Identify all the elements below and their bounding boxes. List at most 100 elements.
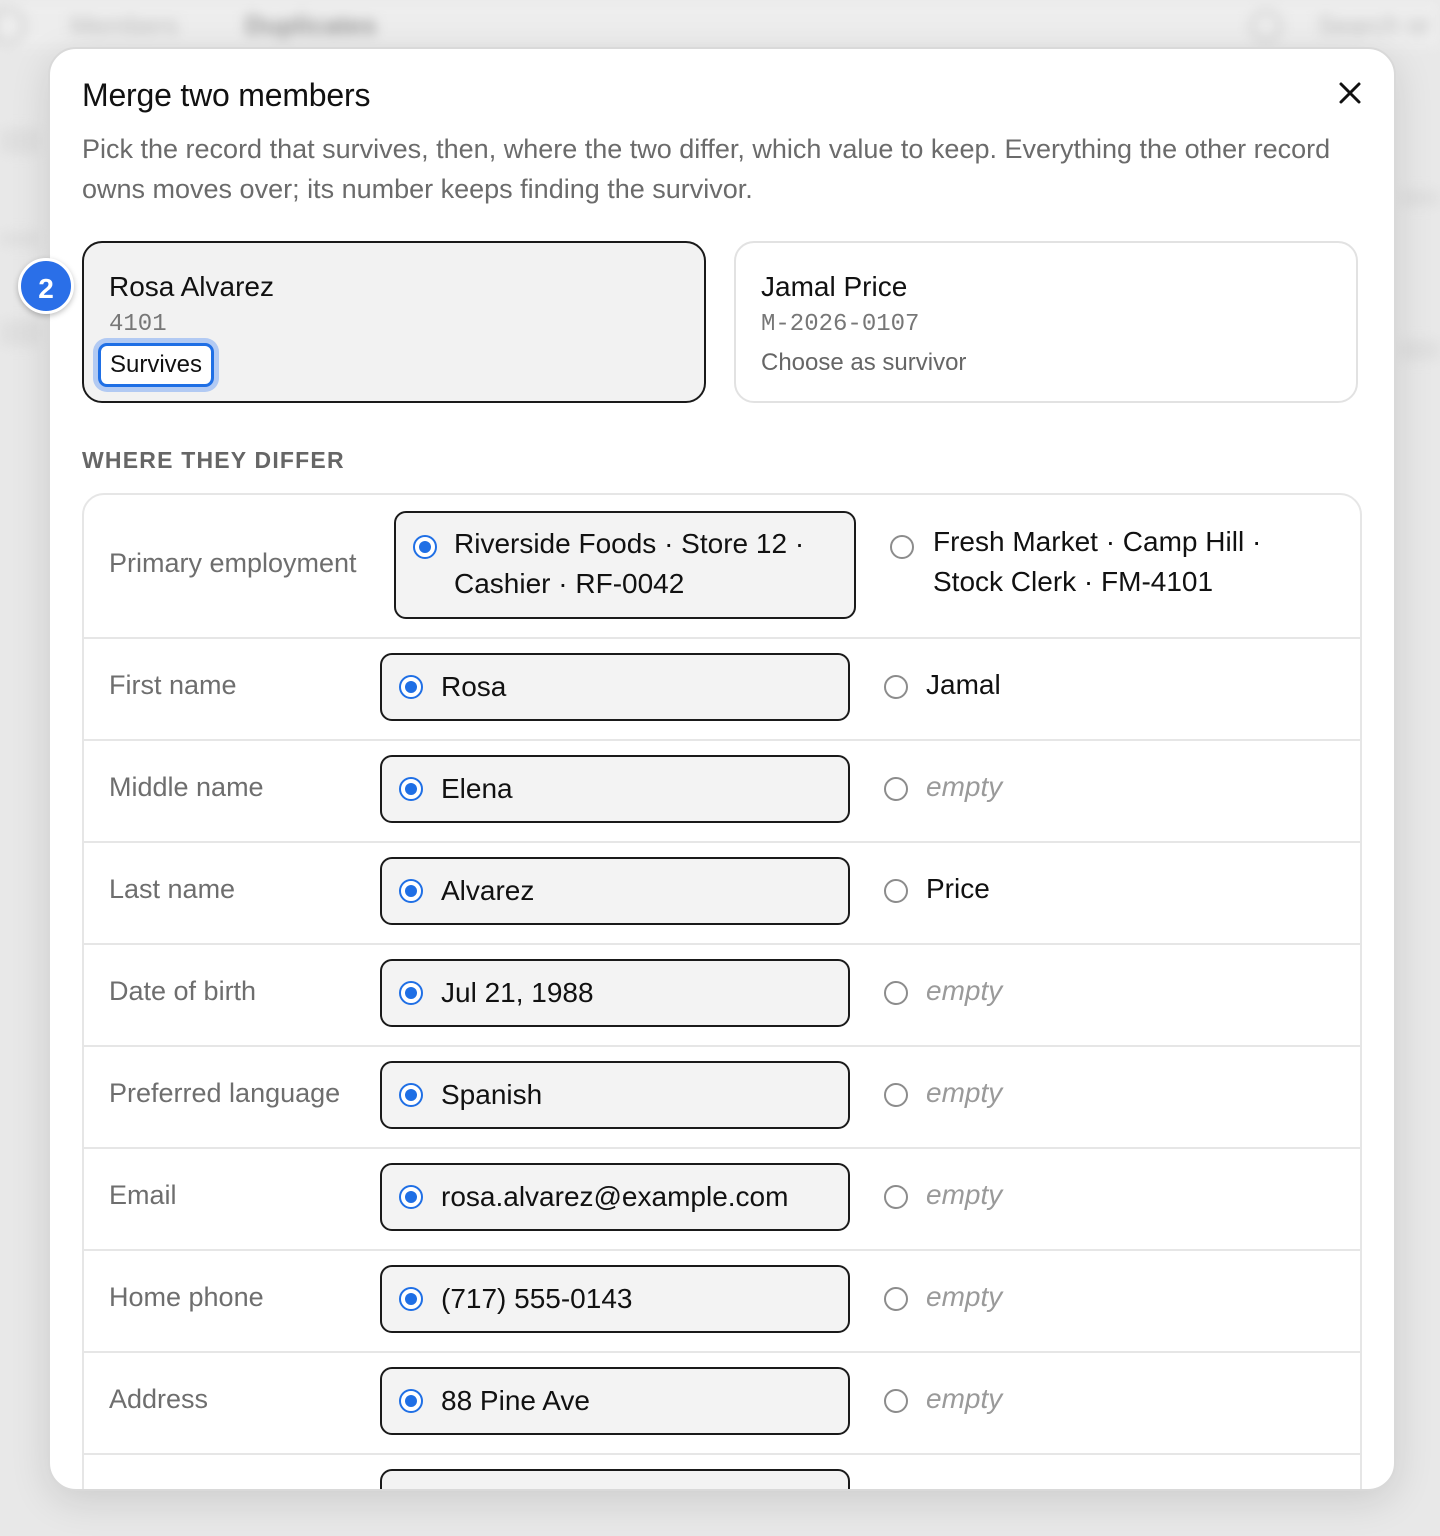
diff-row-partial bbox=[84, 1453, 1360, 1489]
diff-row-email: Email rosa.alvarez@example.com empty bbox=[84, 1147, 1360, 1251]
option-value: Fresh Market · Camp Hill · Stock Clerk ·… bbox=[933, 526, 1262, 597]
diff-row-address: Address 88 Pine Ave empty bbox=[84, 1351, 1360, 1455]
option-value: Rosa bbox=[441, 671, 507, 702]
option-value: Spanish bbox=[441, 1079, 543, 1110]
member-name: Rosa Alvarez bbox=[109, 271, 274, 302]
diff-row-preferred-language: Preferred language Spanish empty bbox=[84, 1045, 1360, 1149]
background-breadcrumb-members: Members bbox=[70, 10, 179, 40]
radio-unselected-icon bbox=[884, 777, 908, 801]
field-label: Last name bbox=[109, 874, 236, 904]
option-value: Elena bbox=[441, 773, 513, 804]
option-value-empty: empty bbox=[926, 1281, 1003, 1312]
background-block bbox=[0, 232, 40, 246]
option-left-middle-name[interactable]: Elena bbox=[380, 755, 850, 823]
step-badge: 2 bbox=[18, 258, 74, 314]
close-icon bbox=[1339, 82, 1361, 104]
radio-selected-icon bbox=[399, 879, 423, 903]
option-left-primary-employment[interactable]: Riverside Foods · Store 12 · Cashier · R… bbox=[394, 511, 856, 619]
option-right-email[interactable]: empty bbox=[868, 1163, 1338, 1231]
radio-unselected-icon bbox=[884, 1185, 908, 1209]
field-label: Middle name bbox=[109, 772, 264, 802]
option-value: Jul 21, 1988 bbox=[441, 977, 594, 1008]
option-right-home-phone[interactable]: empty bbox=[868, 1265, 1338, 1333]
option-right-middle-name[interactable]: empty bbox=[868, 755, 1338, 823]
diff-row-middle-name: Middle name Elena empty bbox=[84, 739, 1360, 843]
radio-selected-icon bbox=[413, 535, 437, 559]
option-left-date-of-birth[interactable]: Jul 21, 1988 bbox=[380, 959, 850, 1027]
option-left-address[interactable]: 88 Pine Ave bbox=[380, 1367, 850, 1435]
member-id: M-2026-0107 bbox=[761, 311, 920, 338]
radio-selected-icon bbox=[399, 1389, 423, 1413]
radio-unselected-icon bbox=[884, 675, 908, 699]
option-value-empty: empty bbox=[926, 975, 1003, 1006]
field-label: Address bbox=[109, 1384, 209, 1414]
option-right-preferred-language[interactable]: empty bbox=[868, 1061, 1338, 1129]
background-block bbox=[0, 320, 40, 346]
option-value: Price bbox=[926, 873, 990, 904]
section-label-differences: WHERE THEY DIFFER bbox=[82, 447, 345, 473]
radio-unselected-icon bbox=[884, 1287, 908, 1311]
member-id: 4101 bbox=[109, 311, 167, 338]
close-button[interactable] bbox=[1332, 75, 1368, 111]
diff-row-home-phone: Home phone (717) 555-0143 empty bbox=[84, 1249, 1360, 1353]
option-left-email[interactable]: rosa.alvarez@example.com bbox=[380, 1163, 850, 1231]
radio-selected-icon bbox=[399, 777, 423, 801]
option-value-empty: empty bbox=[926, 1383, 1003, 1414]
radio-unselected-icon bbox=[884, 1083, 908, 1107]
option-right-primary-employment[interactable]: Fresh Market · Camp Hill · Stock Clerk ·… bbox=[874, 511, 1334, 619]
dialog-description: Pick the record that survives, then, whe… bbox=[82, 134, 1331, 204]
radio-selected-icon bbox=[399, 1287, 423, 1311]
field-label: First name bbox=[109, 670, 237, 700]
option-left-first-name[interactable]: Rosa bbox=[380, 653, 850, 721]
background-breadcrumb-duplicates: Duplicates bbox=[245, 10, 377, 40]
diff-row-primary-employment: Primary employment Riverside Foods · Sto… bbox=[84, 495, 1360, 639]
radio-selected-icon bbox=[399, 675, 423, 699]
option-right-address[interactable]: empty bbox=[868, 1367, 1338, 1435]
member-name: Jamal Price bbox=[761, 271, 908, 302]
choose-as-survivor-link[interactable]: Choose as survivor bbox=[761, 349, 966, 377]
option-right-last-name[interactable]: Price bbox=[868, 857, 1338, 925]
option-value-empty: empty bbox=[926, 1077, 1003, 1108]
survives-badge: Survives bbox=[98, 343, 215, 387]
option-left-preferred-language[interactable]: Spanish bbox=[380, 1061, 850, 1129]
background-search: Search or bbox=[1317, 10, 1430, 40]
option-left-home-phone[interactable]: (717) 555-0143 bbox=[380, 1265, 850, 1333]
option-right-first-name[interactable]: Jamal bbox=[868, 653, 1338, 721]
option-left-partial[interactable] bbox=[380, 1469, 850, 1489]
background-block bbox=[1400, 190, 1440, 206]
radio-selected-icon bbox=[399, 981, 423, 1005]
background-block bbox=[1400, 340, 1440, 360]
member-card-rosa-alvarez[interactable]: Rosa Alvarez 4101 Survives bbox=[82, 241, 706, 403]
differences-table: Primary employment Riverside Foods · Sto… bbox=[82, 493, 1362, 1489]
merge-members-dialog: Merge two members Pick the record that s… bbox=[48, 47, 1396, 1491]
field-label: Preferred language bbox=[109, 1078, 341, 1108]
option-value-empty: empty bbox=[926, 1179, 1003, 1210]
radio-unselected-icon bbox=[884, 1389, 908, 1413]
option-right-date-of-birth[interactable]: empty bbox=[868, 959, 1338, 1027]
radio-unselected-icon bbox=[884, 879, 908, 903]
radio-unselected-icon bbox=[890, 535, 914, 559]
field-label: Home phone bbox=[109, 1282, 264, 1312]
option-value: Riverside Foods · Store 12 · Cashier · R… bbox=[454, 528, 805, 599]
background-topbar bbox=[0, 0, 1440, 49]
option-left-last-name[interactable]: Alvarez bbox=[380, 857, 850, 925]
background-search-icon bbox=[1250, 10, 1282, 42]
background-block bbox=[0, 128, 40, 154]
field-label: Primary employment bbox=[109, 548, 357, 578]
option-value: Alvarez bbox=[441, 875, 535, 906]
field-label: Email bbox=[109, 1180, 177, 1210]
member-card-jamal-price[interactable]: Jamal Price M-2026-0107 Choose as surviv… bbox=[734, 241, 1358, 403]
diff-row-last-name: Last name Alvarez Price bbox=[84, 841, 1360, 945]
radio-selected-icon bbox=[399, 1185, 423, 1209]
option-value: 88 Pine Ave bbox=[441, 1385, 590, 1416]
diff-row-first-name: First name Rosa Jamal bbox=[84, 637, 1360, 741]
option-value: Jamal bbox=[926, 669, 1001, 700]
option-value: rosa.alvarez@example.com bbox=[441, 1181, 789, 1212]
option-value: (717) 555-0143 bbox=[441, 1283, 633, 1314]
radio-unselected-icon bbox=[884, 981, 908, 1005]
dialog-title: Merge two members bbox=[82, 77, 371, 113]
field-label: Date of birth bbox=[109, 976, 257, 1006]
radio-selected-icon bbox=[399, 1083, 423, 1107]
option-value-empty: empty bbox=[926, 771, 1003, 802]
diff-row-date-of-birth: Date of birth Jul 21, 1988 empty bbox=[84, 943, 1360, 1047]
